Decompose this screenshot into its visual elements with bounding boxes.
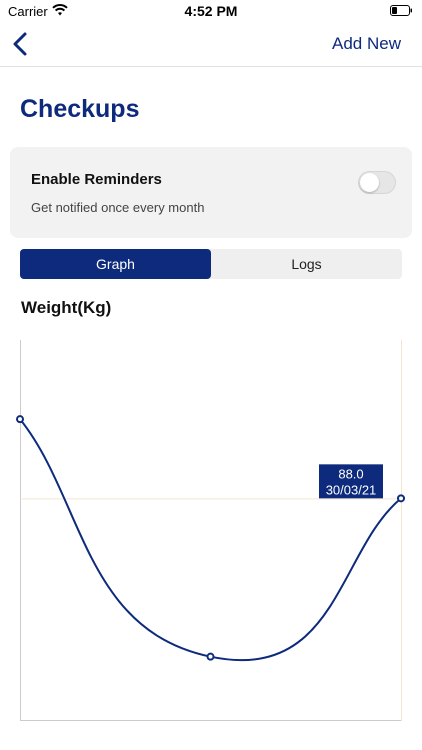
- navigation-bar: Add New: [0, 22, 422, 67]
- view-segmented-control: Graph Logs: [20, 249, 402, 279]
- reminder-subtitle: Get notified once every month: [31, 200, 205, 215]
- data-tooltip: 88.0 30/03/21: [319, 464, 383, 499]
- tab-graph[interactable]: Graph: [20, 249, 211, 279]
- reminders-toggle[interactable]: [358, 171, 396, 194]
- chart-title: Weight(Kg): [21, 298, 112, 317]
- battery-icon: [390, 5, 412, 16]
- back-button[interactable]: [8, 28, 36, 60]
- tab-logs[interactable]: Logs: [211, 249, 402, 279]
- weight-series-line: [19, 418, 402, 662]
- status-time: 4:52 PM: [184, 3, 238, 19]
- data-point[interactable]: [397, 494, 405, 503]
- weight-chart: 88.0 30/03/21: [16, 340, 405, 721]
- data-point[interactable]: [206, 652, 215, 661]
- reminder-title: Enable Reminders: [31, 171, 162, 188]
- add-new-button[interactable]: Add New: [332, 34, 401, 54]
- reminder-card: Enable Reminders Get notified once every…: [10, 147, 412, 238]
- page-title: Checkups: [20, 95, 140, 123]
- data-point[interactable]: [16, 415, 24, 424]
- tooltip-value: 88.0: [338, 466, 363, 481]
- chevron-left-icon: [13, 32, 27, 56]
- tooltip-date: 30/03/21: [326, 482, 377, 497]
- toggle-knob: [360, 173, 379, 192]
- status-bar: Carrier 4:52 PM: [0, 0, 422, 22]
